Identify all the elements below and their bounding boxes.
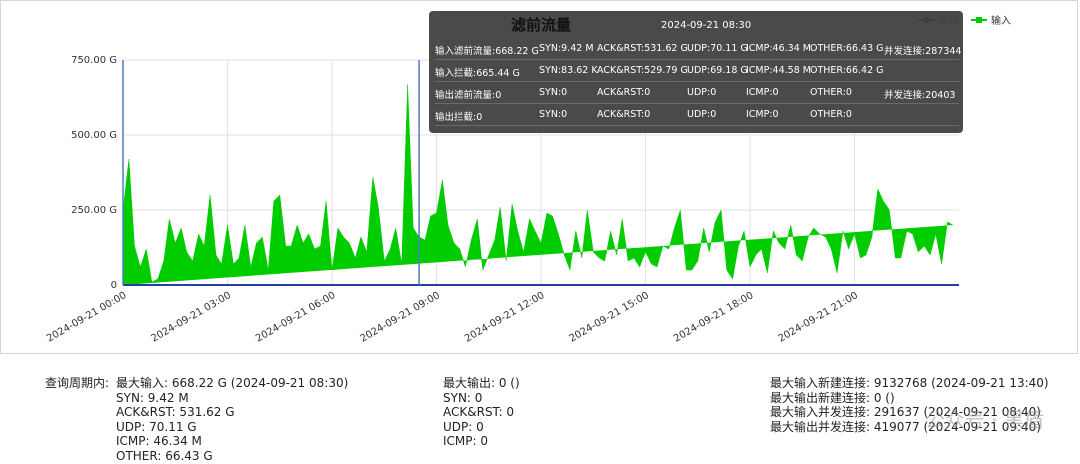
summary-line: SYN: 9.42 M xyxy=(116,390,189,405)
x-tick-label: 2024-09-21 18:00 xyxy=(672,290,756,345)
tooltip-cell: UDP:70.11 G xyxy=(687,43,748,54)
summary-line: ICMP: 0 xyxy=(443,434,488,448)
summary-line: ACK&RST: 531.62 G xyxy=(116,405,235,419)
watermark: 公众号 · 黑盾 xyxy=(924,408,1044,432)
y-tick-label: 250.00 G xyxy=(71,205,117,216)
chart-frame: 0 250.00 G 500.00 G 750.00 G 2024-09-21 00:0… xyxy=(0,0,1078,354)
summary-input-stats: 最大输入: 668.22 G (2024-09-21 08:30) SYN: 9.… xyxy=(116,376,348,463)
tooltip-cell: SYN:0 xyxy=(539,87,568,98)
legend-label-input: 输入 xyxy=(991,16,1011,27)
tooltip-cell: 并发连接:287344 xyxy=(884,46,962,57)
tooltip-row: 输出滤前流量:0 SYN:0 ACK&RST:0 UDP:0 ICMP:0 OTHER:0… xyxy=(435,83,959,104)
tooltip-row: 输入拦截:665.44 G SYN:83.62 K ACK&RST:529.79 G… xyxy=(435,61,959,82)
tooltip-cell: OTHER:0 xyxy=(810,87,852,98)
tooltip-cell: SYN:83.62 K xyxy=(539,65,598,76)
tooltip-cell: OTHER:66.43 G xyxy=(810,43,884,54)
tooltip-time: 2024-09-21 08:30 xyxy=(661,20,752,31)
tooltip-cell: 输出拦截:0 xyxy=(435,112,483,123)
summary-line: UDP: 0 xyxy=(443,419,484,434)
chart-tooltip: 滤前流量 2024-09-21 08:30 输入滤前流量:668.22 G SYN… xyxy=(429,11,963,133)
summary-line: ACK&RST: 0 xyxy=(443,405,515,419)
tooltip-cell: ACK&RST:531.62 G xyxy=(597,43,688,54)
tooltip-cell: SYN:0 xyxy=(539,109,568,120)
legend-swatch-input xyxy=(971,16,987,24)
summary-line: ICMP: 46.34 M xyxy=(116,434,202,448)
tooltip-row: 输出拦截:0 SYN:0 ACK&RST:0 UDP:0 ICMP:0 OTHER:0 xyxy=(435,105,959,126)
y-tick-label: 500.00 G xyxy=(71,130,117,141)
tooltip-cell: ACK&RST:529.79 G xyxy=(597,65,688,76)
legend-item-input[interactable]: 输入 xyxy=(971,12,1011,27)
tooltip-cell: SYN:9.42 M xyxy=(539,43,594,54)
x-tick-label: 2024-09-21 12:00 xyxy=(463,290,547,345)
summary-line: 最大输入: 668.22 G (2024-09-21 08:30) xyxy=(116,376,349,390)
tooltip-cell: UDP:0 xyxy=(687,109,717,120)
tooltip-cell: OTHER:0 xyxy=(810,109,852,120)
tooltip-cell: ICMP:46.34 M xyxy=(746,43,811,54)
tooltip-cell: ICMP:0 xyxy=(746,87,779,98)
x-tick-label: 2024-09-21 00:00 xyxy=(45,290,129,345)
tooltip-cell: UDP:0 xyxy=(687,87,717,98)
summary-period-label: 查询周期内: xyxy=(45,376,110,390)
tooltip-title: 滤前流量 xyxy=(511,16,572,34)
tooltip-cell: ICMP:0 xyxy=(746,109,779,120)
tooltip-cell: 输出滤前流量:0 xyxy=(435,90,502,101)
summary-output-stats: 最大输出: 0 () SYN: 0 ACK&RST: 0 UDP: 0 ICMP: 0 xyxy=(443,376,520,449)
tooltip-cell: UDP:69.18 G xyxy=(687,65,748,76)
summary-line: 最大输入新建连接: 9132768 (2024-09-21 13:40) xyxy=(770,376,1049,390)
y-tick-label: 750.00 G xyxy=(71,55,117,66)
summary-line: 最大输出: 0 () xyxy=(443,376,520,390)
summary-line: SYN: 0 xyxy=(443,390,483,405)
tooltip-cell: ACK&RST:0 xyxy=(597,109,651,120)
tooltip-cell: 输入滤前流量:668.22 G xyxy=(435,46,539,57)
tooltip-row: 输入滤前流量:668.22 G SYN:9.42 M ACK&RST:531.62 … xyxy=(435,39,962,60)
x-tick-label: 2024-09-21 06:00 xyxy=(254,290,338,345)
tooltip-cell: 输入拦截:665.44 G xyxy=(435,68,520,79)
x-tick-label: 2024-09-21 03:00 xyxy=(149,290,233,345)
tooltip-cell: OTHER:66.42 G xyxy=(810,65,884,76)
summary-line: OTHER: 66.43 G xyxy=(116,448,213,463)
summary-line: UDP: 70.11 G xyxy=(116,419,197,434)
x-tick-label: 2024-09-21 09:00 xyxy=(358,290,442,345)
tooltip-cell: ACK&RST:0 xyxy=(597,87,651,98)
tooltip-cell: ICMP:44.58 M xyxy=(746,65,811,76)
x-tick-label: 2024-09-21 21:00 xyxy=(776,290,860,345)
tooltip-cell: 并发连接:20403 xyxy=(884,90,956,101)
x-tick-label: 2024-09-21 15:00 xyxy=(567,290,651,345)
y-tick-label: 0 xyxy=(111,280,117,291)
summary-line: 最大输出新建连接: 0 () xyxy=(770,390,895,405)
